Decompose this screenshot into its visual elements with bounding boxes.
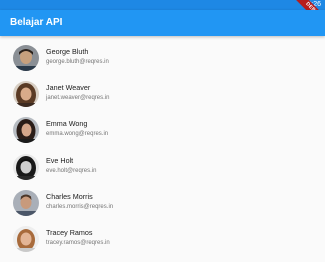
user-email: tracey.ramos@reqres.in [46, 239, 110, 246]
user-list-item[interactable]: Emma Wong emma.wong@reqres.in [0, 114, 325, 146]
app-bar: Belajar API [0, 10, 325, 36]
user-name: Charles Morris [46, 191, 93, 201]
user-list: George Bluth george.bluth@reqres.in Jane… [0, 42, 325, 259]
avatar [13, 153, 39, 180]
user-email: george.bluth@reqres.in [46, 59, 109, 65]
user-name: Emma Wong [46, 119, 88, 129]
avatar [13, 225, 39, 252]
user-name: Tracey Ramos [46, 227, 93, 237]
user-email: eve.holt@reqres.in [46, 167, 97, 174]
user-list-item[interactable]: Janet Weaver janet.weaver@reqres.in [0, 78, 325, 110]
user-list-item[interactable]: Charles Morris charles.morris@reqres.in [0, 187, 325, 219]
user-name: George Bluth [46, 47, 89, 56]
user-list-item[interactable]: Tracey Ramos tracey.ramos@reqres.in [0, 223, 325, 255]
user-email: charles.morris@reqres.in [46, 203, 114, 210]
app-title: Belajar API [10, 17, 63, 28]
user-email: emma.wong@reqres.in [46, 131, 109, 138]
user-email: janet.weaver@reqres.in [46, 95, 110, 102]
status-bar: 6:26 [0, 0, 325, 10]
avatar [13, 45, 39, 71]
user-name: Janet Weaver [46, 83, 91, 93]
user-list-item[interactable]: George Bluth george.bluth@reqres.in [0, 42, 325, 74]
avatar [13, 81, 39, 108]
user-list-item[interactable]: Eve Holt eve.holt@reqres.in [0, 151, 325, 183]
avatar [13, 117, 39, 144]
avatar [13, 189, 39, 216]
user-name: Eve Holt [46, 155, 74, 165]
